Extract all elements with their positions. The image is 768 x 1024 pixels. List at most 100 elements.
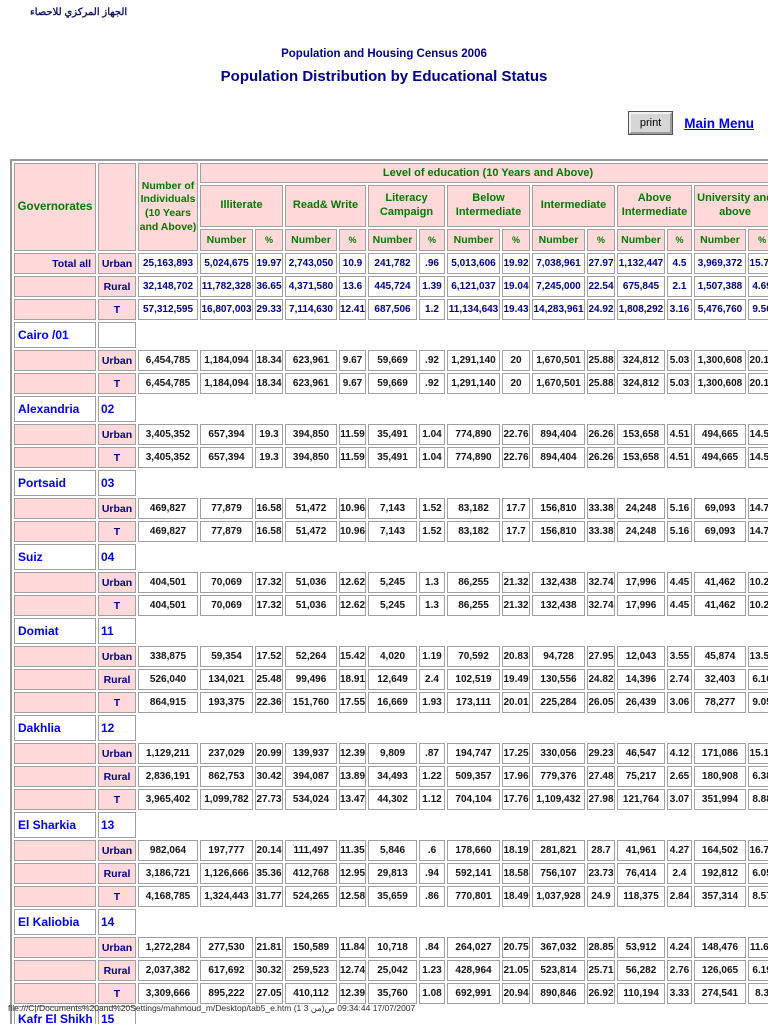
table-cell: 17.7 [502,498,530,519]
table-cell: 324,812 [617,350,665,371]
table-cell: 29.23 [587,743,615,764]
table-row: T 4,168,785 1,324,443 31.77 524,265 12.58 35,6… [14,886,768,907]
row-label-cell [14,983,96,1004]
agency-name-arabic: الجهاز المركزي للاحصاء [30,7,128,18]
table-cell: 14.71 [748,498,768,519]
table-cell: 1.39 [419,276,445,297]
table-cell: 35,659 [368,886,417,907]
row-label-cell [14,886,96,907]
table-cell: 76,414 [617,863,665,884]
table-cell: 9.56 [748,299,768,320]
table-cell: 2,836,191 [138,766,198,787]
col-header-below-intermediate: Below Intermediate [447,185,530,227]
table-cell: 51,472 [285,521,337,542]
governorate-header-row: El Sharkia 13 [14,812,768,838]
governorate-name: Domiat [14,618,96,644]
table-cell: 774,890 [447,424,500,445]
table-cell: 20.94 [502,983,530,1004]
area-type-cell: Urban [98,840,136,861]
table-cell: 59,669 [368,373,417,394]
table-cell: 25.71 [587,960,615,981]
table-cell: 6.05 [748,863,768,884]
table-cell: 28.85 [587,937,615,958]
row-label-cell [14,937,96,958]
table-cell: 19.49 [502,669,530,690]
table-cell: 19.92 [502,253,530,274]
table-cell: .84 [419,937,445,958]
table-cell: 770,801 [447,886,500,907]
table-cell: 20.83 [502,646,530,667]
row-label-cell [14,646,96,667]
table-cell: 33.38 [587,521,615,542]
table-cell: 15.42 [339,646,366,667]
table-cell: 20.99 [255,743,283,764]
table-cell: 45,874 [694,646,746,667]
table-cell: 27.48 [587,766,615,787]
table-cell: 4,168,785 [138,886,198,907]
table-cell: 35,491 [368,447,417,468]
table-cell: 1.52 [419,521,445,542]
table-cell: 11,134,643 [447,299,500,320]
table-cell: 44,302 [368,789,417,810]
table-cell: 26.26 [587,424,615,445]
table-cell: 3,965,402 [138,789,198,810]
table-cell: 8.3 [748,983,768,1004]
area-type-cell: T [98,373,136,394]
governorate-code [98,322,136,348]
table-cell: 394,850 [285,447,337,468]
governorate-code: 03 [98,470,136,496]
table-row: Urban 404,501 70,069 17.32 51,036 12.62 5,245 1… [14,572,768,593]
table-cell: 194,747 [447,743,500,764]
table-cell: 24,248 [617,498,665,519]
table-cell: 367,032 [532,937,585,958]
table-cell: 1.08 [419,983,445,1004]
table-cell: 110,194 [617,983,665,1004]
table-cell: .92 [419,350,445,371]
area-type-cell: T [98,521,136,542]
table-row: Rural 32,148,702 11,782,328 36.65 4,371,580 1… [14,276,768,297]
table-cell: 150,589 [285,937,337,958]
table-cell: 17.96 [502,766,530,787]
table-cell: 4.27 [667,840,692,861]
row-label-cell: Total all [14,253,96,274]
governorate-blank-cell [138,618,768,644]
table-cell: 6.16 [748,669,768,690]
table-cell: 132,438 [532,595,585,616]
col-header-university: University and above [694,185,768,227]
table-cell: 2.4 [419,669,445,690]
census-table-body: Total all Urban 25,163,893 5,024,675 19.97 2,… [14,253,768,1024]
table-cell: 7,143 [368,521,417,542]
table-cell: 5.16 [667,498,692,519]
table-cell: 193,375 [200,692,253,713]
table-cell: 4.45 [667,595,692,616]
table-cell: 241,782 [368,253,417,274]
table-cell: 324,812 [617,373,665,394]
table-cell: 77,879 [200,498,253,519]
table-cell: 1.3 [419,595,445,616]
table-cell: 3,186,721 [138,863,198,884]
table-cell: 2.65 [667,766,692,787]
print-button[interactable]: print [627,111,674,135]
main-menu-link[interactable]: Main Menu [684,116,754,131]
table-cell: 428,964 [447,960,500,981]
governorate-code: 14 [98,909,136,935]
table-row: T 469,827 77,879 16.58 51,472 10.96 7,143 1.52 8… [14,521,768,542]
row-label-cell [14,521,96,542]
table-cell: 7,143 [368,498,417,519]
table-cell: 56,282 [617,960,665,981]
table-cell: 52,264 [285,646,337,667]
col-header-number: Number [200,229,253,251]
row-label-cell [14,350,96,371]
table-cell: 78,277 [694,692,746,713]
governorate-blank-cell [138,322,768,348]
col-header-number: Number [447,229,500,251]
table-cell: 32,403 [694,669,746,690]
table-cell: 171,086 [694,743,746,764]
table-cell: 5,013,606 [447,253,500,274]
table-cell: 26.92 [587,983,615,1004]
governorate-code: 12 [98,715,136,741]
table-cell: 13.6 [339,276,366,297]
governorate-header-row: Cairo /01 [14,322,768,348]
table-cell: 111,497 [285,840,337,861]
table-cell: 25.88 [587,373,615,394]
